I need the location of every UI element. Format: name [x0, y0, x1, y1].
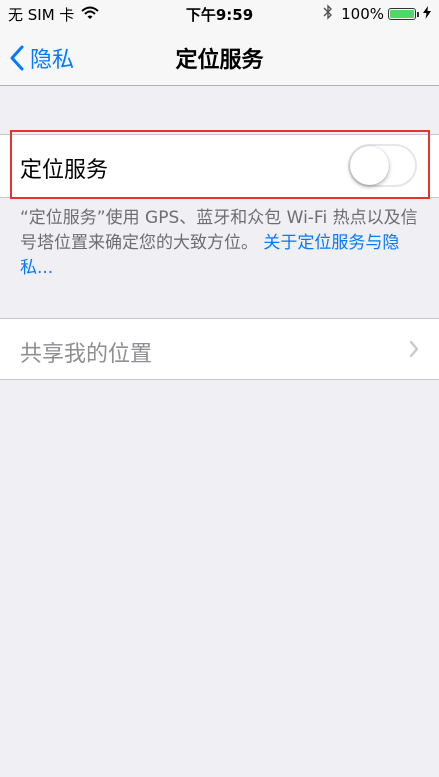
- navigation-bar: 隐私 定位服务: [0, 28, 439, 86]
- battery-icon: [388, 8, 416, 20]
- share-location-label: 共享我的位置: [20, 342, 153, 367]
- battery-fill: [390, 10, 414, 18]
- toggle-knob: [350, 146, 389, 185]
- charging-bolt-icon: [423, 6, 431, 22]
- status-right: 100%: [323, 4, 431, 24]
- location-footer: “定位服务”使用 GPS、蓝牙和众包 Wi-Fi 热点以及信号塔位置来确定您的大…: [20, 206, 425, 281]
- chevron-right-icon: [409, 340, 419, 358]
- bluetooth-icon: [323, 4, 333, 24]
- location-services-toggle[interactable]: [348, 144, 417, 187]
- page-title: 定位服务: [175, 48, 264, 73]
- status-bar: 无 SIM 卡 下午9:59 100%: [0, 0, 439, 28]
- battery-percent: 100%: [341, 5, 384, 23]
- battery-cap: [417, 11, 419, 17]
- share-location-cell[interactable]: 共享我的位置: [0, 318, 439, 380]
- location-services-label: 定位服务: [20, 158, 109, 183]
